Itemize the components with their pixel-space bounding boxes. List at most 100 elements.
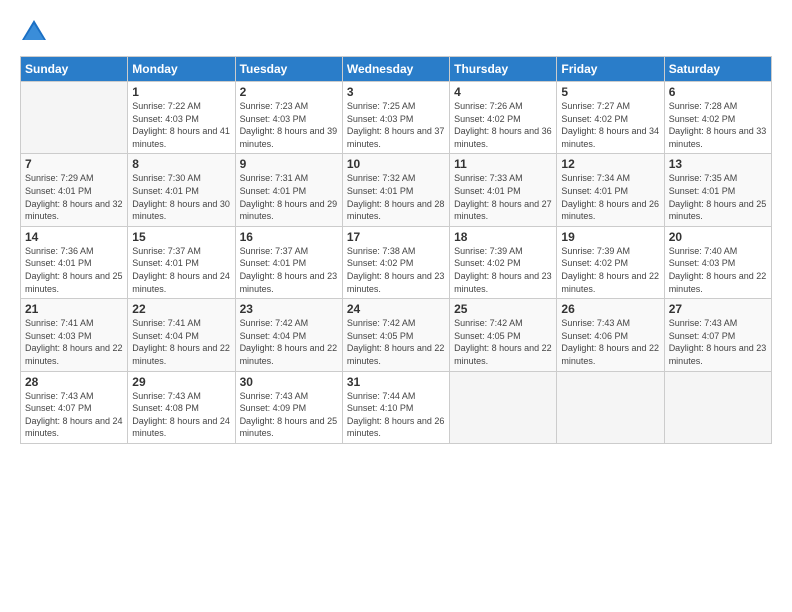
logo: [20, 18, 52, 46]
day-cell: 10Sunrise: 7:32 AMSunset: 4:01 PMDayligh…: [342, 154, 449, 226]
day-number: 5: [561, 85, 659, 99]
weekday-header-thursday: Thursday: [450, 57, 557, 82]
day-info: Sunrise: 7:36 AMSunset: 4:01 PMDaylight:…: [25, 245, 123, 295]
day-number: 10: [347, 157, 445, 171]
day-cell: 17Sunrise: 7:38 AMSunset: 4:02 PMDayligh…: [342, 226, 449, 298]
day-info: Sunrise: 7:43 AMSunset: 4:08 PMDaylight:…: [132, 390, 230, 440]
day-number: 1: [132, 85, 230, 99]
day-info: Sunrise: 7:34 AMSunset: 4:01 PMDaylight:…: [561, 172, 659, 222]
week-row-4: 21Sunrise: 7:41 AMSunset: 4:03 PMDayligh…: [21, 299, 772, 371]
day-cell: 27Sunrise: 7:43 AMSunset: 4:07 PMDayligh…: [664, 299, 771, 371]
day-number: 6: [669, 85, 767, 99]
day-cell: 6Sunrise: 7:28 AMSunset: 4:02 PMDaylight…: [664, 82, 771, 154]
day-number: 23: [240, 302, 338, 316]
day-cell: 2Sunrise: 7:23 AMSunset: 4:03 PMDaylight…: [235, 82, 342, 154]
day-cell: [450, 371, 557, 443]
day-info: Sunrise: 7:22 AMSunset: 4:03 PMDaylight:…: [132, 100, 230, 150]
day-number: 9: [240, 157, 338, 171]
day-cell: 28Sunrise: 7:43 AMSunset: 4:07 PMDayligh…: [21, 371, 128, 443]
day-cell: 19Sunrise: 7:39 AMSunset: 4:02 PMDayligh…: [557, 226, 664, 298]
day-cell: 16Sunrise: 7:37 AMSunset: 4:01 PMDayligh…: [235, 226, 342, 298]
day-number: 15: [132, 230, 230, 244]
day-number: 14: [25, 230, 123, 244]
day-info: Sunrise: 7:39 AMSunset: 4:02 PMDaylight:…: [454, 245, 552, 295]
weekday-header-monday: Monday: [128, 57, 235, 82]
day-number: 2: [240, 85, 338, 99]
day-cell: 23Sunrise: 7:42 AMSunset: 4:04 PMDayligh…: [235, 299, 342, 371]
day-info: Sunrise: 7:39 AMSunset: 4:02 PMDaylight:…: [561, 245, 659, 295]
day-cell: 26Sunrise: 7:43 AMSunset: 4:06 PMDayligh…: [557, 299, 664, 371]
logo-icon: [20, 18, 48, 46]
week-row-3: 14Sunrise: 7:36 AMSunset: 4:01 PMDayligh…: [21, 226, 772, 298]
day-cell: 22Sunrise: 7:41 AMSunset: 4:04 PMDayligh…: [128, 299, 235, 371]
day-info: Sunrise: 7:27 AMSunset: 4:02 PMDaylight:…: [561, 100, 659, 150]
day-info: Sunrise: 7:26 AMSunset: 4:02 PMDaylight:…: [454, 100, 552, 150]
day-number: 13: [669, 157, 767, 171]
day-number: 12: [561, 157, 659, 171]
day-number: 21: [25, 302, 123, 316]
day-info: Sunrise: 7:33 AMSunset: 4:01 PMDaylight:…: [454, 172, 552, 222]
day-cell: 3Sunrise: 7:25 AMSunset: 4:03 PMDaylight…: [342, 82, 449, 154]
day-cell: 25Sunrise: 7:42 AMSunset: 4:05 PMDayligh…: [450, 299, 557, 371]
day-info: Sunrise: 7:44 AMSunset: 4:10 PMDaylight:…: [347, 390, 445, 440]
weekday-header-tuesday: Tuesday: [235, 57, 342, 82]
day-cell: [664, 371, 771, 443]
day-info: Sunrise: 7:28 AMSunset: 4:02 PMDaylight:…: [669, 100, 767, 150]
day-cell: 24Sunrise: 7:42 AMSunset: 4:05 PMDayligh…: [342, 299, 449, 371]
day-cell: 8Sunrise: 7:30 AMSunset: 4:01 PMDaylight…: [128, 154, 235, 226]
day-number: 24: [347, 302, 445, 316]
day-cell: [21, 82, 128, 154]
day-info: Sunrise: 7:40 AMSunset: 4:03 PMDaylight:…: [669, 245, 767, 295]
week-row-2: 7Sunrise: 7:29 AMSunset: 4:01 PMDaylight…: [21, 154, 772, 226]
day-number: 27: [669, 302, 767, 316]
day-info: Sunrise: 7:43 AMSunset: 4:09 PMDaylight:…: [240, 390, 338, 440]
day-cell: 4Sunrise: 7:26 AMSunset: 4:02 PMDaylight…: [450, 82, 557, 154]
day-number: 20: [669, 230, 767, 244]
day-cell: 20Sunrise: 7:40 AMSunset: 4:03 PMDayligh…: [664, 226, 771, 298]
day-number: 3: [347, 85, 445, 99]
day-number: 8: [132, 157, 230, 171]
day-cell: 14Sunrise: 7:36 AMSunset: 4:01 PMDayligh…: [21, 226, 128, 298]
day-info: Sunrise: 7:30 AMSunset: 4:01 PMDaylight:…: [132, 172, 230, 222]
day-cell: 9Sunrise: 7:31 AMSunset: 4:01 PMDaylight…: [235, 154, 342, 226]
day-number: 31: [347, 375, 445, 389]
day-info: Sunrise: 7:37 AMSunset: 4:01 PMDaylight:…: [240, 245, 338, 295]
day-cell: 21Sunrise: 7:41 AMSunset: 4:03 PMDayligh…: [21, 299, 128, 371]
day-number: 11: [454, 157, 552, 171]
day-cell: 15Sunrise: 7:37 AMSunset: 4:01 PMDayligh…: [128, 226, 235, 298]
page: SundayMondayTuesdayWednesdayThursdayFrid…: [0, 0, 792, 612]
day-number: 26: [561, 302, 659, 316]
day-info: Sunrise: 7:41 AMSunset: 4:03 PMDaylight:…: [25, 317, 123, 367]
day-info: Sunrise: 7:29 AMSunset: 4:01 PMDaylight:…: [25, 172, 123, 222]
day-info: Sunrise: 7:25 AMSunset: 4:03 PMDaylight:…: [347, 100, 445, 150]
day-number: 28: [25, 375, 123, 389]
day-cell: 1Sunrise: 7:22 AMSunset: 4:03 PMDaylight…: [128, 82, 235, 154]
day-number: 7: [25, 157, 123, 171]
weekday-header-saturday: Saturday: [664, 57, 771, 82]
weekday-header-row: SundayMondayTuesdayWednesdayThursdayFrid…: [21, 57, 772, 82]
day-info: Sunrise: 7:37 AMSunset: 4:01 PMDaylight:…: [132, 245, 230, 295]
day-number: 16: [240, 230, 338, 244]
day-cell: 7Sunrise: 7:29 AMSunset: 4:01 PMDaylight…: [21, 154, 128, 226]
header: [20, 18, 772, 46]
day-cell: 5Sunrise: 7:27 AMSunset: 4:02 PMDaylight…: [557, 82, 664, 154]
weekday-header-sunday: Sunday: [21, 57, 128, 82]
day-cell: 18Sunrise: 7:39 AMSunset: 4:02 PMDayligh…: [450, 226, 557, 298]
calendar: SundayMondayTuesdayWednesdayThursdayFrid…: [20, 56, 772, 444]
day-info: Sunrise: 7:42 AMSunset: 4:05 PMDaylight:…: [454, 317, 552, 367]
weekday-header-friday: Friday: [557, 57, 664, 82]
day-number: 4: [454, 85, 552, 99]
day-info: Sunrise: 7:43 AMSunset: 4:06 PMDaylight:…: [561, 317, 659, 367]
week-row-1: 1Sunrise: 7:22 AMSunset: 4:03 PMDaylight…: [21, 82, 772, 154]
weekday-header-wednesday: Wednesday: [342, 57, 449, 82]
day-info: Sunrise: 7:31 AMSunset: 4:01 PMDaylight:…: [240, 172, 338, 222]
week-row-5: 28Sunrise: 7:43 AMSunset: 4:07 PMDayligh…: [21, 371, 772, 443]
day-number: 25: [454, 302, 552, 316]
day-number: 18: [454, 230, 552, 244]
day-info: Sunrise: 7:38 AMSunset: 4:02 PMDaylight:…: [347, 245, 445, 295]
day-info: Sunrise: 7:42 AMSunset: 4:05 PMDaylight:…: [347, 317, 445, 367]
day-cell: [557, 371, 664, 443]
day-number: 22: [132, 302, 230, 316]
day-number: 30: [240, 375, 338, 389]
day-cell: 31Sunrise: 7:44 AMSunset: 4:10 PMDayligh…: [342, 371, 449, 443]
